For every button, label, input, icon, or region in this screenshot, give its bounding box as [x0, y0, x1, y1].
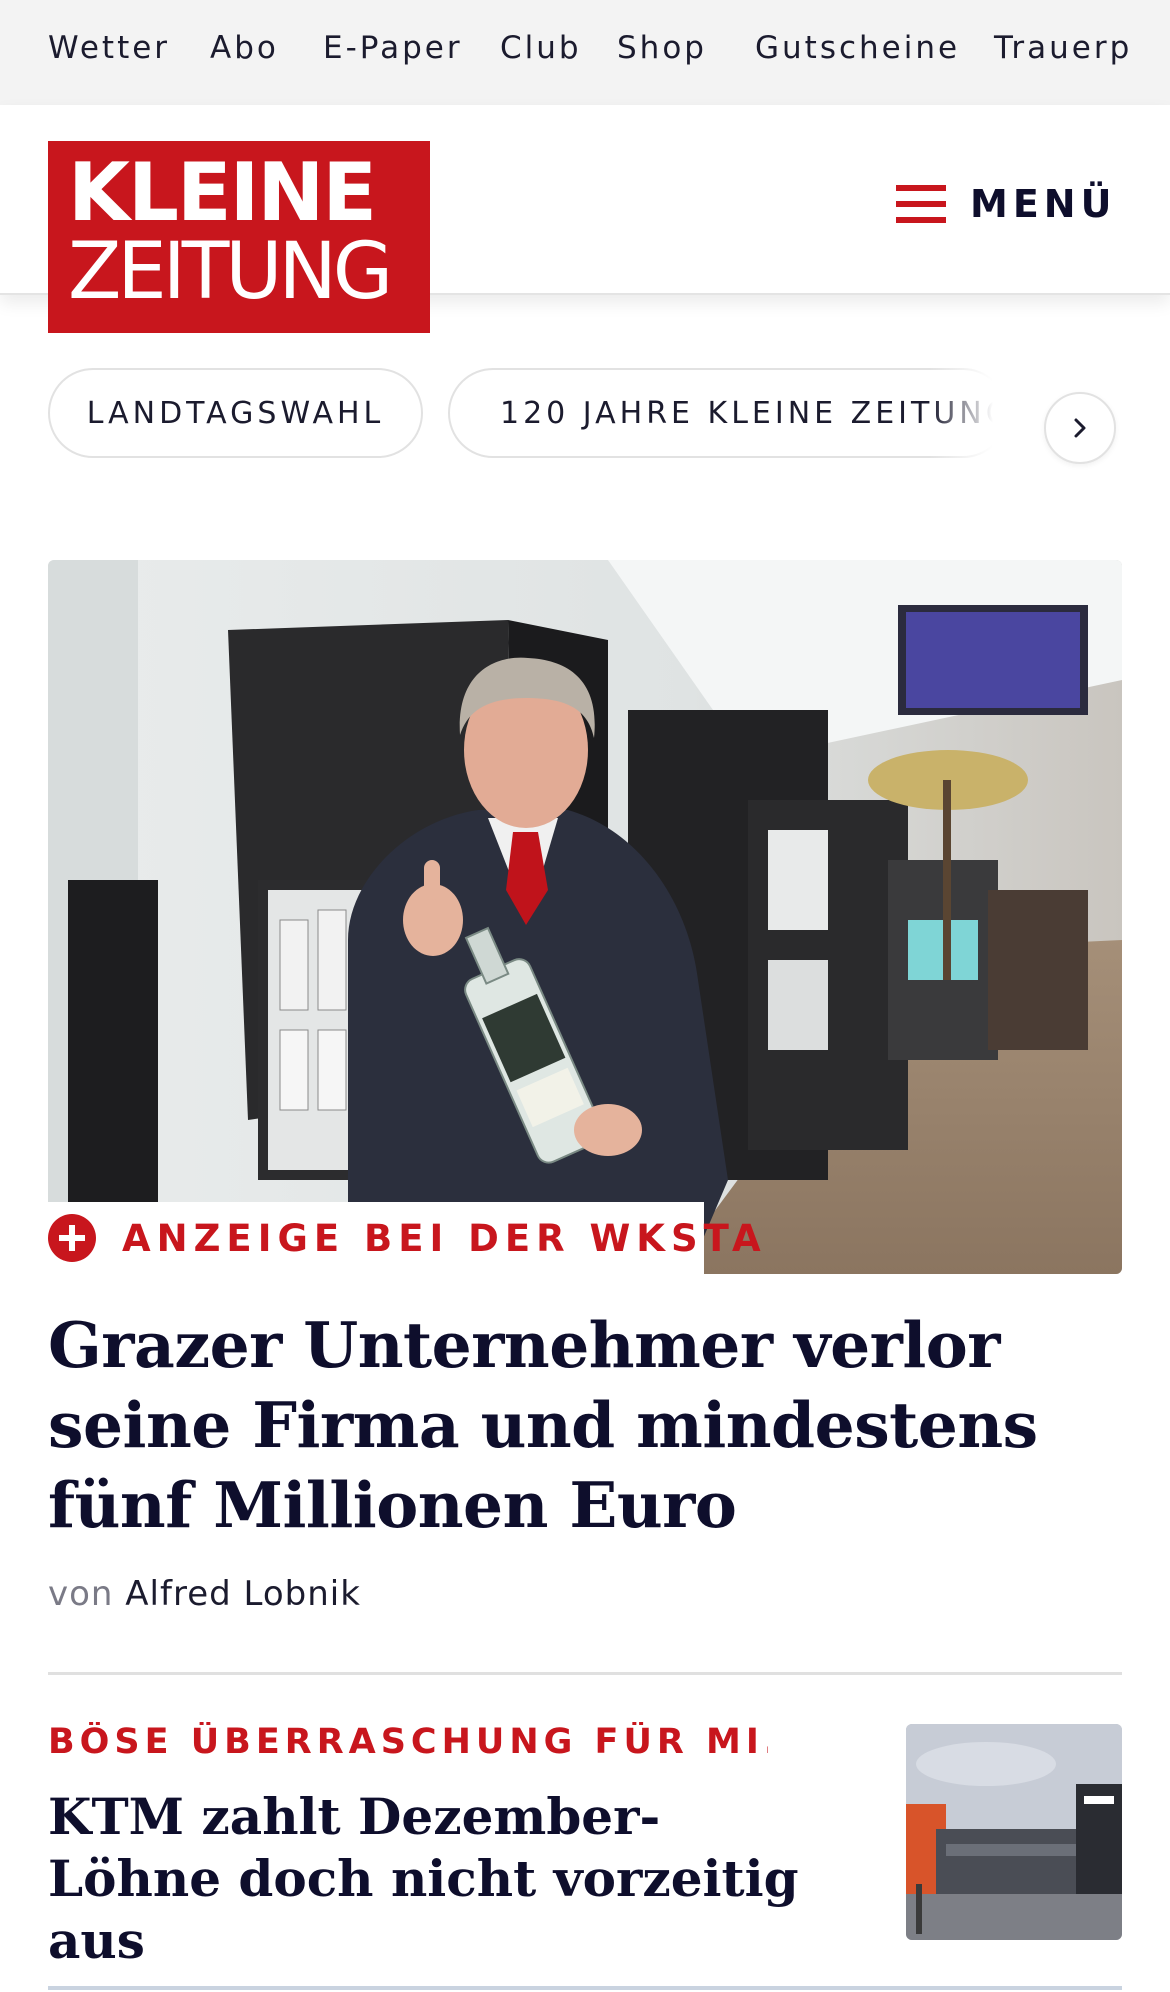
hero-headline[interactable]: Grazer Unternehmer verlor seine Firma un… [48, 1305, 1078, 1545]
chip-landtagswahl[interactable]: LANDTAGSWAHL [48, 368, 423, 458]
section-divider [48, 1672, 1122, 1675]
chip-120-jahre[interactable]: 120 JAHRE KLEINE ZEITUNG [448, 368, 1008, 458]
topic-chips: LANDTAGSWAHL 120 JAHRE KLEINE ZEITUNG [0, 368, 1170, 488]
hero-image[interactable] [48, 560, 1122, 1274]
site-logo[interactable]: KLEINE ZEITUNG [48, 141, 430, 333]
site-header: KLEINE ZEITUNG MENÜ [0, 105, 1170, 333]
logo-line-1: KLEINE [68, 146, 377, 239]
chips-next-button[interactable] [1044, 392, 1116, 464]
topbar-link-gutscheine[interactable]: Gutscheine [755, 30, 960, 66]
menu-button[interactable]: MENÜ [896, 169, 1126, 239]
article2-headline[interactable]: KTM zahlt Dezember-Löhne doch nicht vorz… [48, 1786, 828, 1972]
topbar-link-wetter[interactable]: Wetter [48, 30, 170, 66]
topbar-link-trauer[interactable]: Trauerp [994, 30, 1132, 66]
hero-byline: von Alfred Lobnik [48, 1574, 361, 1614]
hamburger-icon [896, 185, 946, 223]
topbar-link-shop[interactable]: Shop [617, 30, 707, 66]
article2-kicker[interactable]: BÖSE ÜBERRASCHUNG FÜR MI... [48, 1722, 768, 1762]
chips-fade-overlay [930, 368, 1020, 488]
byline-author[interactable]: Alfred Lobnik [125, 1574, 361, 1614]
logo-line-2: ZEITUNG [68, 227, 393, 317]
menu-label: MENÜ [970, 182, 1117, 226]
topbar-link-club[interactable]: Club [500, 30, 582, 66]
topbar-link-abo[interactable]: Abo [210, 30, 279, 66]
bottom-divider [48, 1986, 1122, 1990]
topbar-link-epaper[interactable]: E-Paper [323, 30, 463, 66]
article2-thumbnail[interactable] [906, 1724, 1122, 1940]
hero-kicker[interactable]: ANZEIGE BEI DER WKSTA [122, 1217, 767, 1260]
hero-kicker-box: ANZEIGE BEI DER WKSTA [48, 1202, 761, 1274]
top-utility-bar: Wetter Abo E-Paper Club Shop Gutscheine … [0, 0, 1170, 105]
byline-prefix: von [48, 1574, 114, 1614]
plus-circle-icon [48, 1214, 96, 1262]
chevron-right-icon [1074, 418, 1086, 438]
